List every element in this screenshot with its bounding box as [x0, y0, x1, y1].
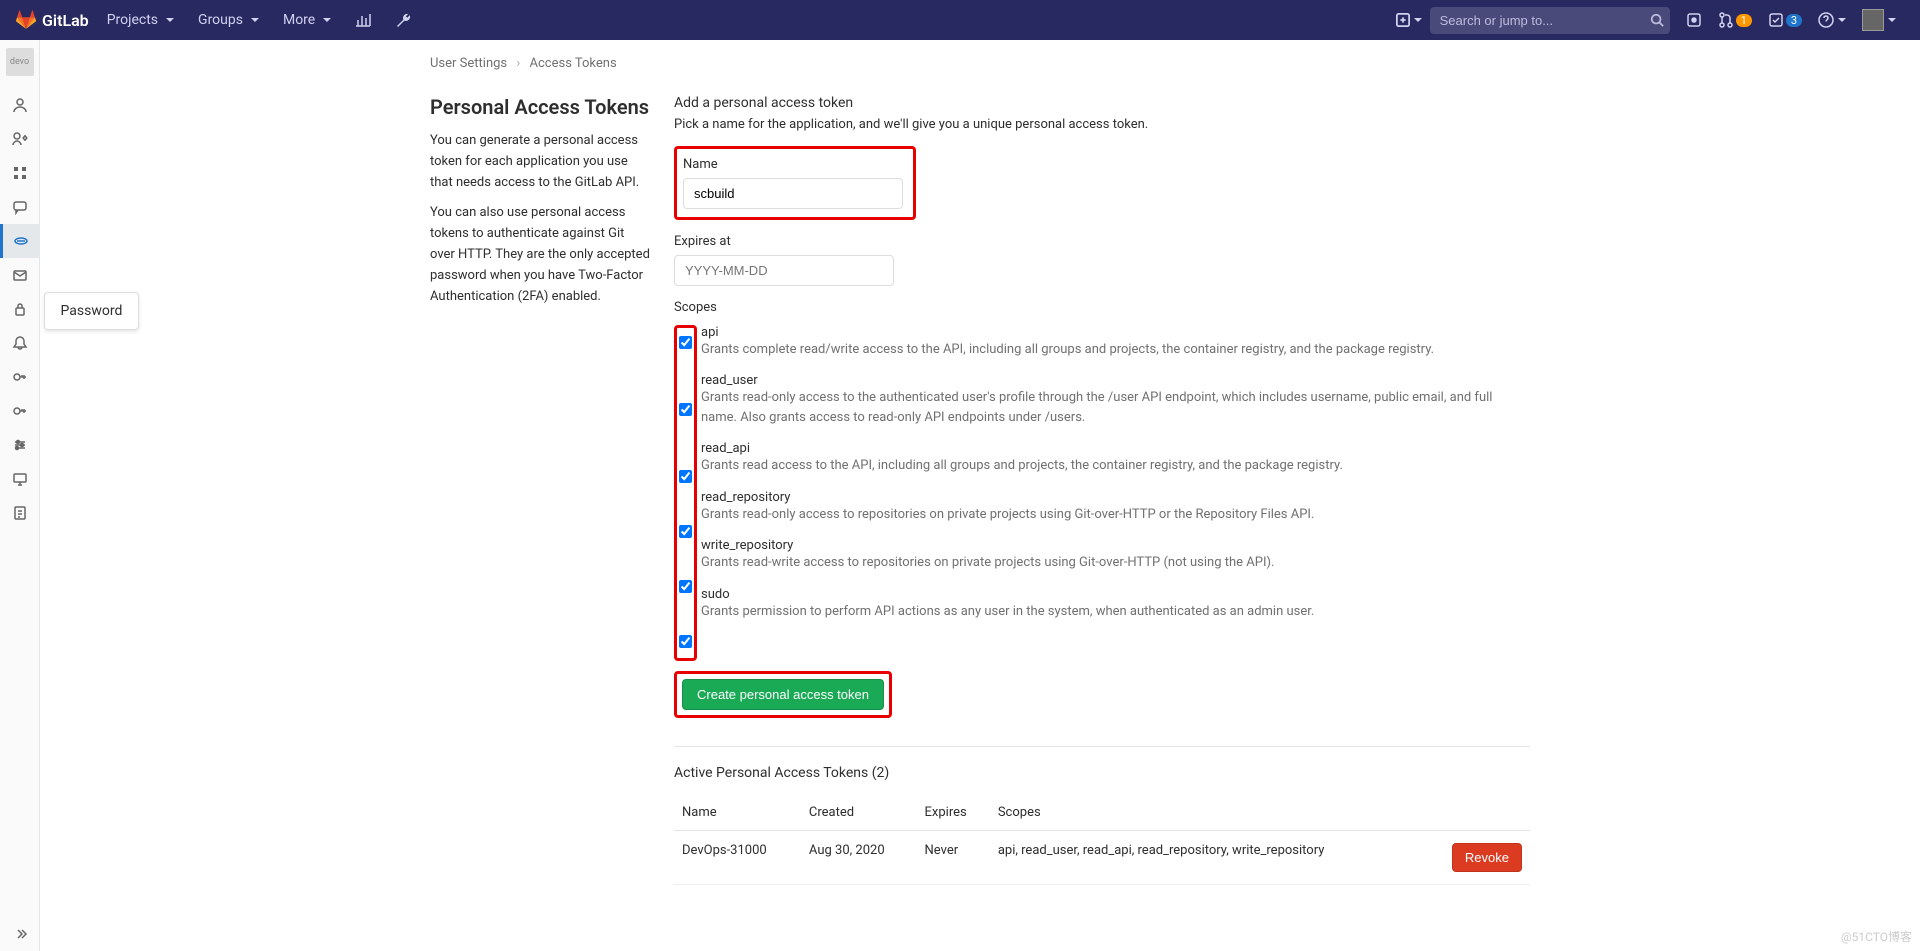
search-wrap: [1430, 7, 1670, 34]
breadcrumb: User Settings › Access Tokens: [430, 56, 1530, 71]
scope-item-read_api: read_api Grants read access to the API, …: [701, 441, 1530, 476]
sidebar-item-gpg-keys[interactable]: [0, 394, 40, 428]
nav-groups[interactable]: Groups: [188, 4, 269, 36]
scope-checkbox-read_user[interactable]: [679, 403, 692, 416]
sidebar-item-authentication-log[interactable]: [0, 496, 40, 530]
scope-item-api: api Grants complete read/write access to…: [701, 325, 1530, 360]
avatar-icon: [1862, 9, 1884, 31]
form-column: Add a personal access token Pick a name …: [674, 95, 1530, 885]
sidebar-expand[interactable]: [0, 917, 40, 951]
form-title: Add a personal access token: [674, 95, 1530, 111]
name-input[interactable]: [683, 178, 903, 209]
breadcrumb-user-settings[interactable]: User Settings: [430, 56, 507, 71]
scope-item-read_user: read_user Grants read-only access to the…: [701, 373, 1530, 427]
scope-name: sudo: [701, 587, 1530, 602]
tanuki-icon: [16, 10, 36, 30]
scope-desc: Grants read-only access to repositories …: [701, 505, 1530, 525]
scope-name: read_user: [701, 373, 1530, 388]
sidebar-item-profile[interactable]: [0, 88, 40, 122]
sidebar-item-preferences[interactable]: [0, 428, 40, 462]
left-sidebar: devo Password: [0, 40, 40, 951]
scope-checkbox-read_api[interactable]: [679, 470, 692, 483]
scope-item-write_repository: write_repository Grants read-write acces…: [701, 538, 1530, 573]
divider: [674, 746, 1530, 747]
sidebar-item-active-sessions[interactable]: [0, 462, 40, 496]
todos-icon[interactable]: 3: [1760, 6, 1810, 34]
search-icon[interactable]: [1650, 13, 1664, 27]
gitlab-logo[interactable]: GitLab: [16, 10, 89, 30]
sidebar-tooltip: Password: [44, 292, 140, 330]
cell-scopes: api, read_user, read_api, read_repositor…: [990, 830, 1422, 884]
scope-checkbox-read_repository[interactable]: [679, 525, 692, 538]
expires-input[interactable]: [674, 255, 894, 286]
cell-created: Aug 30, 2020: [801, 830, 917, 884]
th-expires: Expires: [917, 795, 990, 831]
search-input[interactable]: [1430, 7, 1670, 34]
desc-p1: You can generate a personal access token…: [430, 131, 650, 193]
scope-checkbox-write_repository[interactable]: [679, 580, 692, 593]
desc-p2: You can also use personal access tokens …: [430, 203, 650, 307]
mr-badge: 1: [1736, 14, 1752, 27]
revoke-button[interactable]: Revoke: [1452, 843, 1522, 872]
create-token-button[interactable]: Create personal access token: [682, 679, 884, 710]
th-name: Name: [674, 795, 801, 831]
breadcrumb-current: Access Tokens: [530, 56, 617, 71]
sidebar-item-applications[interactable]: [0, 156, 40, 190]
plus-dropdown[interactable]: [1388, 7, 1430, 33]
scope-name: api: [701, 325, 1530, 340]
scope-desc: Grants read access to the API, including…: [701, 456, 1530, 476]
sidebar-project-avatar[interactable]: devo: [6, 48, 34, 76]
cell-name: DevOps-31000: [674, 830, 801, 884]
scope-name: read_api: [701, 441, 1530, 456]
merge-requests-icon[interactable]: 1: [1710, 6, 1760, 34]
sidebar-item-chat[interactable]: [0, 190, 40, 224]
sidebar-item-notifications[interactable]: [0, 326, 40, 360]
wrench-icon[interactable]: [385, 4, 421, 36]
topbar: GitLab Projects Groups More 1 3: [0, 0, 1920, 40]
sidebar-item-account[interactable]: [0, 122, 40, 156]
sidebar-item-ssh-keys[interactable]: [0, 360, 40, 394]
scope-checkbox-api[interactable]: [679, 336, 692, 349]
th-scopes: Scopes: [990, 795, 1422, 831]
table-row: DevOps-31000 Aug 30, 2020 Never api, rea…: [674, 830, 1530, 884]
main-content: User Settings › Access Tokens Personal A…: [40, 40, 1920, 951]
name-label: Name: [683, 157, 903, 172]
th-created: Created: [801, 795, 917, 831]
scopes-label: Scopes: [674, 300, 1530, 315]
scope-desc: Grants permission to perform API actions…: [701, 602, 1530, 622]
scope-desc: Grants read-only access to the authentic…: [701, 388, 1530, 427]
active-tokens-title: Active Personal Access Tokens (2): [674, 765, 1530, 781]
scope-item-read_repository: read_repository Grants read-only access …: [701, 490, 1530, 525]
scope-checkbox-sudo[interactable]: [679, 635, 692, 648]
expires-label: Expires at: [674, 234, 1530, 249]
cell-expires: Never: [917, 830, 990, 884]
nav-more[interactable]: More: [273, 4, 341, 36]
breadcrumb-sep: ›: [516, 56, 520, 71]
activity-icon[interactable]: [345, 4, 381, 36]
description-column: Personal Access Tokens You can generate …: [430, 95, 650, 885]
issues-icon[interactable]: [1678, 6, 1710, 34]
form-subtitle: Pick a name for the application, and we'…: [674, 115, 1530, 136]
scope-item-sudo: sudo Grants permission to perform API ac…: [701, 587, 1530, 622]
scope-name: write_repository: [701, 538, 1530, 553]
active-tokens-table: Name Created Expires Scopes DevOps-31000…: [674, 795, 1530, 885]
page-title: Personal Access Tokens: [430, 95, 650, 119]
help-icon[interactable]: [1810, 6, 1854, 34]
top-nav: Projects Groups More: [97, 4, 422, 36]
sidebar-item-emails[interactable]: [0, 258, 40, 292]
brand-text: GitLab: [42, 11, 89, 30]
scope-desc: Grants read-write access to repositories…: [701, 553, 1530, 573]
sidebar-item-access-tokens[interactable]: [0, 224, 40, 258]
todo-badge: 3: [1786, 14, 1802, 27]
nav-projects[interactable]: Projects: [97, 4, 184, 36]
sidebar-item-password[interactable]: Password: [0, 292, 40, 326]
scope-desc: Grants complete read/write access to the…: [701, 340, 1530, 360]
scope-name: read_repository: [701, 490, 1530, 505]
user-avatar-dropdown[interactable]: [1854, 3, 1904, 37]
